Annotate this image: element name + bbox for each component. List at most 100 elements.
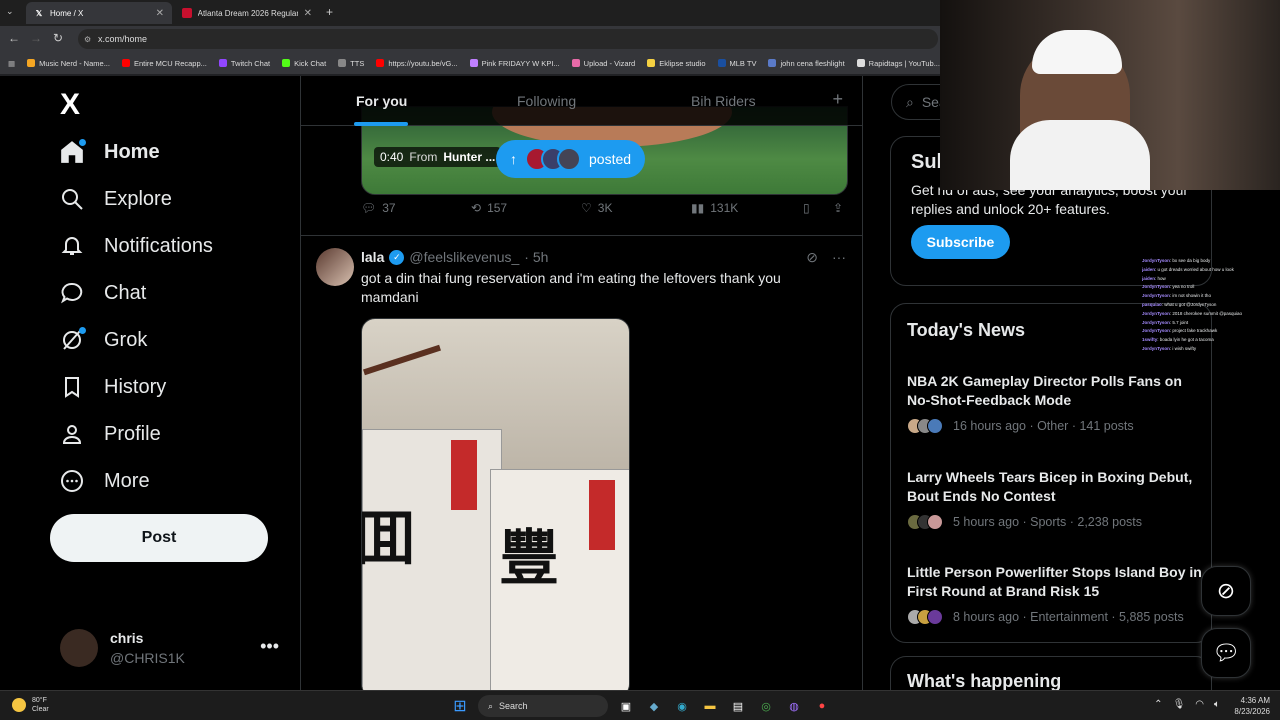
browser-tab-home[interactable]: 𝕏 Home / X ✕ — [26, 2, 172, 24]
app-icon[interactable]: ● — [812, 696, 832, 716]
site-info-icon[interactable]: ⚙ — [84, 35, 91, 44]
sidebar-item-history[interactable]: History — [58, 373, 166, 401]
bookmark-label: Entire MCU Recapp... — [133, 58, 207, 68]
x-logo-icon[interactable]: X — [60, 88, 80, 122]
grok-icon — [58, 326, 86, 354]
bookmark-label: Pink FRIDAYY W KPI... — [481, 58, 560, 68]
tweet-time[interactable]: · 5h — [524, 249, 548, 265]
like-button[interactable]: ♡ 3K — [581, 201, 612, 215]
bookmark-item[interactable]: Music Nerd - Name... — [27, 59, 110, 68]
active-tab-indicator — [354, 122, 408, 126]
url-field[interactable]: ⚙ x.com/home — [78, 29, 938, 49]
share-button[interactable]: ⇪ — [833, 201, 843, 215]
tab-following[interactable]: Following — [517, 93, 576, 109]
bookmark-item[interactable]: Kick Chat — [282, 59, 326, 68]
bookmark-item[interactable]: john cena fleshlight — [768, 59, 845, 68]
volume-icon[interactable]: 🔈︎ — [1214, 699, 1220, 710]
chevron-up-icon[interactable]: ⌃ — [1154, 699, 1162, 710]
tab-menu-icon[interactable]: ⌄ — [6, 6, 14, 17]
account-name: chris — [110, 630, 144, 646]
bookmark-item[interactable]: Rapidtags | YouTub... — [856, 59, 940, 68]
chat-icon — [58, 279, 86, 307]
discord-icon[interactable]: ◍ — [784, 696, 804, 716]
close-tab-icon[interactable]: ✕ — [156, 8, 164, 19]
account-switcher[interactable]: chris @CHRIS1K ••• — [60, 626, 285, 670]
add-tab-icon[interactable]: + — [832, 89, 843, 110]
sidebar-item-more[interactable]: More — [58, 467, 150, 495]
posted-avatars — [525, 147, 581, 171]
new-posts-pill[interactable]: ↑ posted — [496, 140, 646, 178]
bookmark-item[interactable]: Upload - Vizard — [571, 59, 635, 68]
tweet-image[interactable]: 囬 豐 — [361, 318, 630, 690]
chat-floating-button[interactable]: 💬︎ — [1201, 628, 1251, 678]
apps-grid-icon[interactable]: ▦ — [8, 59, 15, 68]
sidebar-item-notifications[interactable]: Notifications — [58, 232, 213, 260]
copilot-icon[interactable]: ◆ — [644, 696, 664, 716]
chart-icon: ▮▮ — [691, 201, 705, 215]
streamer-hat — [1032, 30, 1122, 74]
sidebar-item-profile[interactable]: Profile — [58, 420, 161, 448]
avatar — [557, 147, 581, 171]
folder-icon[interactable]: ▬ — [700, 696, 720, 716]
bookmark-item[interactable]: MLB TV — [717, 59, 756, 68]
avatar[interactable] — [316, 248, 354, 286]
news-item[interactable]: Little Person Powerlifter Stops Island B… — [907, 563, 1207, 625]
news-item[interactable]: Larry Wheels Tears Bicep in Boxing Debut… — [907, 468, 1207, 530]
browser-tab-atlanta[interactable]: Atlanta Dream 2026 Regular Se ✕ — [174, 2, 320, 24]
sidebar-item-label: Home — [104, 140, 160, 163]
chat-line: JordynTyson: bx see da big body — [1142, 258, 1211, 263]
tweet-handle[interactable]: @feelslikevenus_ — [409, 249, 519, 265]
repost-button[interactable]: ⟲ 157 — [471, 201, 507, 215]
news-meta: 5 hours ago · Sports · 2,238 posts — [953, 515, 1142, 529]
news-item[interactable]: NBA 2K Gameplay Director Polls Fans on N… — [907, 372, 1207, 434]
verified-badge-icon: ✓ — [389, 249, 405, 265]
sidebar-item-home[interactable]: Home — [58, 138, 160, 166]
sidebar-item-grok[interactable]: Grok — [58, 326, 147, 354]
repost-count: 157 — [487, 201, 508, 215]
windows-start-icon[interactable]: ⊞ — [450, 696, 470, 716]
bookmark-item[interactable]: Twitch Chat — [218, 59, 270, 68]
bookmark-label: Eklipse studio — [659, 58, 706, 68]
grok-icon[interactable]: ⊘ — [806, 249, 818, 266]
news-avatars — [907, 609, 943, 625]
tab-bih-riders[interactable]: Bih Riders — [691, 93, 756, 109]
more-dots-icon[interactable]: ••• — [260, 636, 279, 657]
post-button[interactable]: Post — [50, 514, 268, 562]
more-dots-icon[interactable]: ··· — [832, 249, 846, 266]
reply-button[interactable]: 💬︎ 37 — [361, 201, 396, 215]
news-avatars — [907, 514, 943, 530]
views-button[interactable]: ▮▮ 131K — [691, 201, 738, 215]
video-time: 0:40 — [380, 150, 404, 164]
task-view-icon[interactable]: ▣ — [616, 696, 636, 716]
back-icon[interactable]: ← — [6, 30, 22, 46]
sidebar-item-label: More — [104, 469, 150, 492]
bookmark-item[interactable]: Pink FRIDAYY W KPI... — [469, 58, 560, 68]
mic-icon[interactable]: 🎙︎ — [1173, 699, 1186, 710]
wifi-icon[interactable]: ◠ — [1195, 699, 1204, 710]
forward-icon[interactable]: → — [28, 30, 44, 46]
like-count: 3K — [597, 201, 613, 215]
edge-icon[interactable]: ◉ — [672, 696, 692, 716]
tweet-author-name[interactable]: lala — [361, 249, 384, 265]
bookmark-item[interactable]: Eklipse studio — [647, 58, 706, 68]
close-tab-icon[interactable]: ✕ — [304, 8, 312, 19]
sidebar-item-chat[interactable]: Chat — [58, 279, 146, 307]
new-tab-button[interactable]: + — [326, 5, 333, 19]
clock[interactable]: 4:36 AM 8/23/2026 — [1234, 695, 1270, 717]
bookmark-item[interactable]: Entire MCU Recapp... — [121, 58, 207, 68]
tab-for-you[interactable]: For you — [356, 93, 407, 109]
bookmark-button[interactable]: ▯ — [803, 201, 810, 215]
grok-floating-button[interactable]: ⊘ — [1201, 566, 1251, 616]
grok-icon: ⊘ — [1216, 578, 1236, 603]
chrome-icon[interactable]: ◎ — [756, 696, 776, 716]
bookmark-item[interactable]: https://youtu.be/vG... — [376, 59, 458, 68]
sidebar-item-explore[interactable]: Explore — [58, 185, 172, 213]
store-icon[interactable]: ▤ — [728, 696, 748, 716]
reload-icon[interactable]: ↻ — [50, 30, 66, 46]
bookmark-item[interactable]: TTS — [338, 59, 364, 68]
reply-count: 37 — [382, 201, 396, 215]
taskbar-search[interactable]: ⌕ Search — [478, 695, 608, 717]
weather-widget[interactable]: 80°F Clear — [12, 696, 49, 714]
main-feed: For you Following Bih Riders + 0:40 From… — [300, 76, 863, 690]
subscribe-button[interactable]: Subscribe — [911, 225, 1010, 259]
